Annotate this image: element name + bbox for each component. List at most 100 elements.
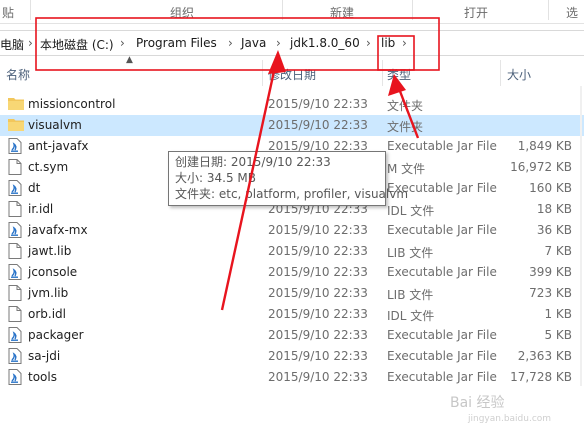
breadcrumb-local-disk[interactable]: 本地磁盘 (C:)	[40, 36, 114, 53]
ribbon-group-clipboard-label: 贴	[2, 6, 15, 20]
file-date-modified: 2015/9/10 22:33	[268, 286, 368, 300]
breadcrumb-chevron-icon[interactable]: ›	[276, 36, 281, 50]
file-size: 7 KB	[544, 244, 572, 258]
file-row[interactable]: sa-jdi 2015/9/10 22:33 Executable Jar File…	[0, 346, 584, 367]
ribbon-group-select-label: 选	[566, 6, 579, 20]
column-header-date-modified[interactable]: 修改日期	[268, 66, 316, 83]
file-size: 723 KB	[529, 286, 572, 300]
file-name: dt	[28, 181, 41, 195]
breadcrumb-chevron-icon[interactable]: ›	[402, 36, 407, 50]
file-date-modified: 2015/9/10 22:33	[268, 97, 368, 111]
jar-file-icon	[8, 264, 22, 280]
folder-icon	[8, 117, 24, 133]
jar-file-icon	[8, 369, 22, 385]
breadcrumb-chevron-icon[interactable]: ›	[120, 36, 125, 50]
file-row[interactable]: packager 2015/9/10 22:33 Executable Jar Fi…	[0, 325, 584, 346]
address-bar[interactable]: 电脑 › 本地磁盘 (C:) › Program Files › Java › …	[0, 30, 584, 56]
breadcrumb-lib[interactable]: lib	[381, 36, 395, 50]
file-size: 16,972 KB	[510, 160, 572, 174]
file-type: IDL 文件	[387, 309, 435, 323]
breadcrumb-chevron-icon[interactable]: ›	[228, 36, 233, 50]
file-icon	[8, 285, 22, 301]
file-date-modified: 2015/9/10 22:33	[268, 244, 368, 258]
vertical-scrollbar[interactable]	[578, 86, 584, 386]
breadcrumb-java[interactable]: Java	[241, 36, 266, 50]
file-name: missioncontrol	[28, 97, 116, 111]
file-name: jconsole	[28, 265, 78, 279]
file-type: Executable Jar File	[387, 265, 497, 279]
file-size: 399 KB	[529, 265, 572, 279]
file-row[interactable]: missioncontrol 2015/9/10 22:33 文件夹	[0, 94, 584, 115]
column-divider[interactable]	[262, 60, 263, 86]
file-icon	[8, 306, 22, 322]
breadcrumb-chevron-icon[interactable]: ›	[28, 36, 33, 50]
ribbon-separator	[548, 0, 549, 20]
file-type: Executable Jar File	[387, 139, 497, 153]
breadcrumb-this-pc[interactable]: 电脑	[0, 36, 24, 53]
file-date-modified: 2015/9/10 22:33	[268, 370, 368, 384]
column-divider[interactable]	[500, 60, 501, 86]
file-type: Executable Jar File	[387, 328, 497, 342]
file-size: 5 KB	[544, 328, 572, 342]
jar-file-icon	[8, 348, 22, 364]
file-icon	[8, 201, 22, 217]
ribbon-group-labels: 贴 组织 新建 打开 选	[0, 0, 584, 24]
file-type: Executable Jar File	[387, 370, 497, 384]
jar-file-icon	[8, 327, 22, 343]
file-size: 160 KB	[529, 181, 572, 195]
column-header-type[interactable]: 类型	[387, 66, 411, 83]
file-type: LIB 文件	[387, 288, 434, 302]
file-name: ant-javafx	[28, 139, 89, 153]
file-type: M 文件	[387, 162, 426, 176]
file-type: 文件夹	[387, 120, 424, 134]
file-type: IDL 文件	[387, 204, 435, 218]
tooltip-size: 大小: 34.5 MB	[175, 171, 256, 185]
sort-up-arrow-icon: ▲	[126, 55, 133, 65]
file-row[interactable]: jconsole 2015/9/10 22:33 Executable Jar Fi…	[0, 262, 584, 283]
jar-file-icon	[8, 180, 22, 196]
file-size: 1 KB	[544, 307, 572, 321]
file-name: sa-jdi	[28, 349, 61, 363]
ribbon-separator	[30, 0, 31, 20]
folder-info-tooltip: 创建日期: 2015/9/10 22:33 大小: 34.5 MB 文件夹: e…	[168, 151, 409, 206]
file-row[interactable]: jawt.lib 2015/9/10 22:33 LIB 文件 7 KB	[0, 241, 584, 262]
file-row[interactable]: tools 2015/9/10 22:33 Executable Jar File 1…	[0, 367, 584, 388]
baidu-jingyan-url: jingyan.baidu.com	[468, 414, 552, 424]
column-divider[interactable]	[382, 60, 383, 86]
file-row[interactable]: visualvm 2015/9/10 22:33 文件夹	[0, 115, 584, 136]
file-icon	[8, 159, 22, 175]
ribbon-group-organize-label: 组织	[170, 6, 195, 20]
jar-file-icon	[8, 138, 22, 154]
file-date-modified: 2015/9/10 22:33	[268, 328, 368, 342]
file-row[interactable]: jvm.lib 2015/9/10 22:33 LIB 文件 723 KB	[0, 283, 584, 304]
file-row[interactable]: orb.idl 2015/9/10 22:33 IDL 文件 1 KB	[0, 304, 584, 325]
file-name: ct.sym	[28, 160, 69, 174]
ribbon-separator	[282, 0, 283, 20]
tooltip-folders: 文件夹: etc, platform, profiler, visualvm	[175, 187, 409, 201]
file-date-modified: 2015/9/10 22:33	[268, 223, 368, 237]
ribbon-group-open-label: 打开	[464, 6, 489, 20]
tooltip-created-date: 创建日期: 2015/9/10 22:33	[175, 155, 331, 169]
file-date-modified: 2015/9/10 22:33	[268, 118, 368, 132]
jar-file-icon	[8, 222, 22, 238]
file-date-modified: 2015/9/10 22:33	[268, 349, 368, 363]
file-type: LIB 文件	[387, 246, 434, 260]
baidu-jingyan-watermark: Bai 经验	[450, 395, 505, 411]
file-name: javafx-mx	[28, 223, 88, 237]
breadcrumb-jdk[interactable]: jdk1.8.0_60	[290, 36, 360, 50]
file-type: Executable Jar File	[387, 223, 497, 237]
folder-icon	[8, 96, 24, 112]
breadcrumb-program-files[interactable]: Program Files	[136, 36, 217, 50]
file-row[interactable]: javafx-mx 2015/9/10 22:33 Executable Jar F…	[0, 220, 584, 241]
file-size: 1,849 KB	[517, 139, 572, 153]
file-name: ir.idl	[28, 202, 54, 216]
file-size: 17,728 KB	[510, 370, 572, 384]
file-size: 36 KB	[536, 223, 572, 237]
file-date-modified: 2015/9/10 22:33	[268, 265, 368, 279]
breadcrumb-chevron-icon[interactable]: ›	[366, 36, 371, 50]
file-type: Executable Jar File	[387, 349, 497, 363]
file-name: packager	[28, 328, 84, 342]
column-header-size[interactable]: 大小	[507, 66, 531, 83]
column-header-name[interactable]: 名称	[6, 66, 30, 83]
file-name: visualvm	[28, 118, 82, 132]
